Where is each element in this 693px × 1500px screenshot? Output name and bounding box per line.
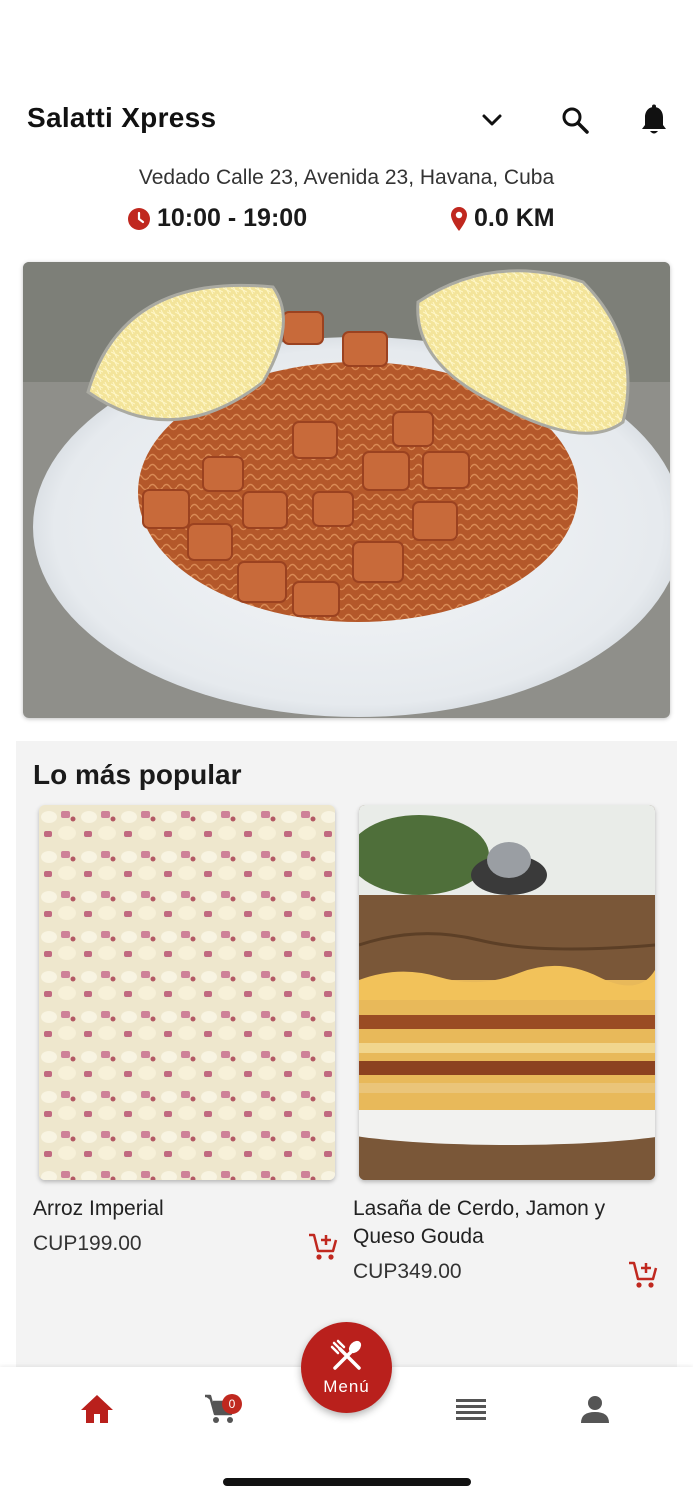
product-name[interactable]: Lasaña de Cerdo, Jamon y Queso Gouda	[353, 1195, 653, 1251]
store-title: Salatti Xpress	[27, 102, 217, 133]
distance: 0.0 KM	[450, 204, 555, 233]
product-name[interactable]: Arroz Imperial	[33, 1195, 333, 1223]
nav-list-icon[interactable]	[451, 1389, 491, 1429]
add-to-cart-icon[interactable]	[627, 1259, 659, 1291]
menu-button-label: Menú	[323, 1376, 370, 1396]
chevron-down-icon[interactable]	[474, 102, 510, 138]
nav-cart-icon[interactable]: 0	[201, 1389, 242, 1429]
product-price: CUP199.00	[33, 1232, 142, 1255]
section-title: Lo más popular	[33, 759, 242, 790]
nav-home-icon[interactable]	[77, 1389, 117, 1429]
clock-icon	[128, 207, 150, 230]
product-image-lasagna[interactable]	[359, 805, 655, 1180]
store-info-row: 10:00 - 19:00 0.0 KM	[0, 204, 693, 238]
home-indicator[interactable]	[223, 1478, 471, 1486]
product-card[interactable]: Arroz Imperial CUP199.00	[33, 805, 338, 1260]
hours-text: 10:00 - 19:00	[157, 204, 308, 232]
location-pin-icon	[451, 206, 467, 231]
cart-count-badge: 0	[222, 1394, 242, 1414]
distance-text: 0.0 KM	[474, 204, 555, 232]
store-address: Vedado Calle 23, Avenida 23, Havana, Cub…	[138, 166, 555, 189]
opening-hours: 10:00 - 19:00	[127, 204, 307, 233]
nav-profile-icon[interactable]	[575, 1389, 615, 1429]
add-to-cart-icon[interactable]	[307, 1231, 339, 1263]
menu-button[interactable]: Menú	[301, 1322, 392, 1413]
utensils-icon	[330, 1339, 361, 1370]
bell-icon[interactable]	[636, 102, 672, 138]
popular-section: Lo más popular Arroz Imperial CUP199.00 …	[16, 741, 677, 1381]
app-header: Salatti Xpress	[0, 96, 693, 146]
search-icon[interactable]	[557, 102, 593, 138]
product-card[interactable]: Lasaña de Cerdo, Jamon y Queso Gouda CUP…	[353, 805, 658, 1288]
hero-banner-image[interactable]	[23, 262, 670, 718]
product-image-arroz-imperial[interactable]	[39, 805, 335, 1180]
product-price: CUP349.00	[353, 1260, 462, 1283]
